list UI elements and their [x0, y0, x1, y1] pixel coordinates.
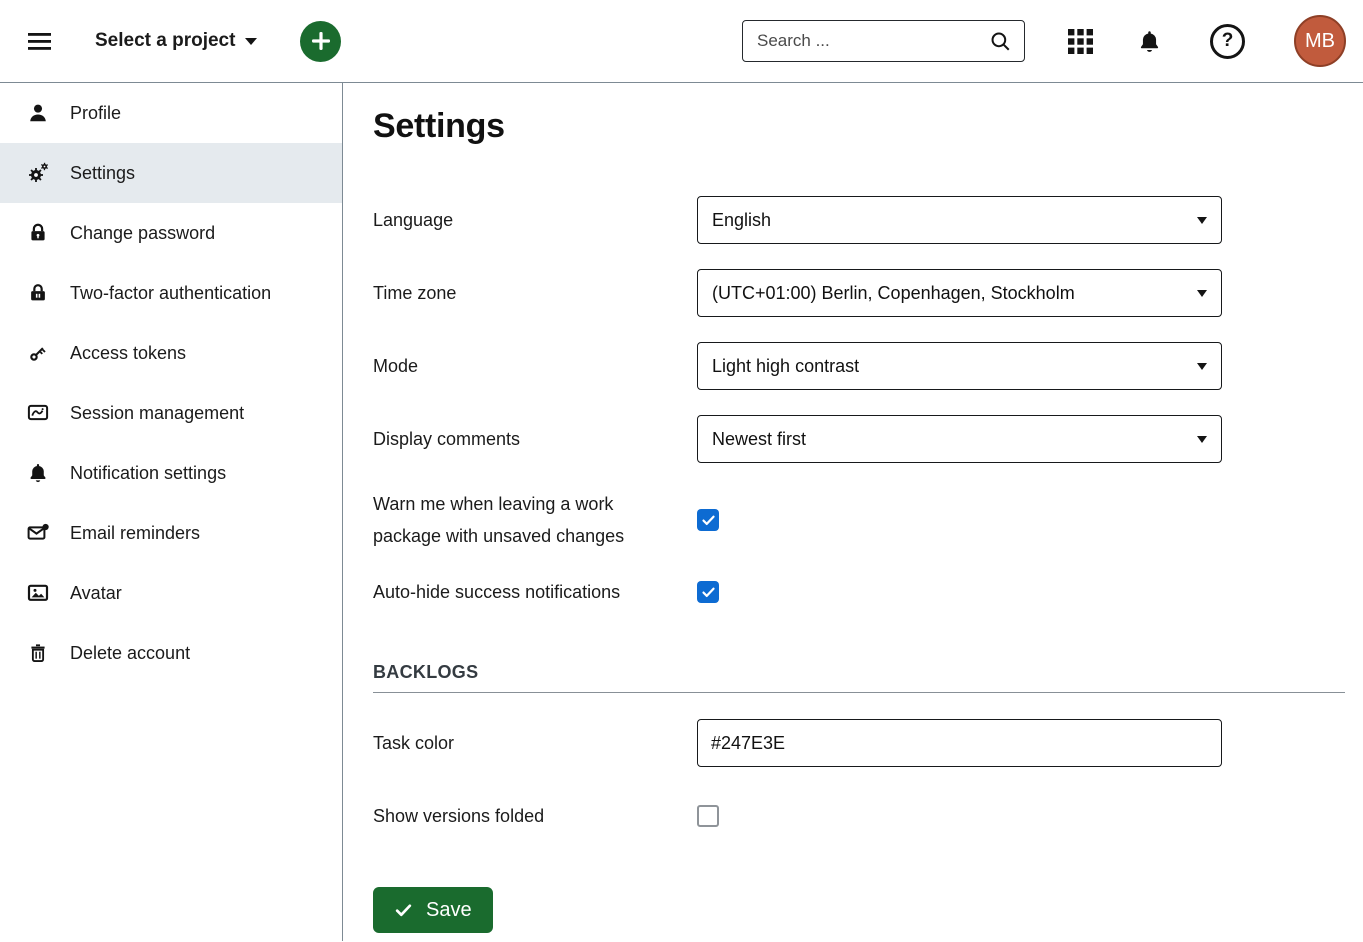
- sidebar-item-label: Profile: [70, 103, 121, 124]
- sidebar-item-change-password[interactable]: Change password: [0, 203, 342, 263]
- global-search[interactable]: [742, 20, 1025, 62]
- form-row-mode: Mode Light high contrast: [373, 342, 1345, 390]
- sidebar-item-avatar[interactable]: Avatar: [0, 563, 342, 623]
- check-icon: [394, 901, 413, 920]
- sidebar-item-label: Access tokens: [70, 343, 186, 364]
- global-add-button[interactable]: [300, 21, 341, 62]
- task-color-label: Task color: [373, 727, 697, 759]
- sidebar-item-notification-settings[interactable]: Notification settings: [0, 443, 342, 503]
- form-row-task-color: Task color: [373, 719, 1345, 767]
- lock-icon: [26, 221, 50, 245]
- sidebar-item-label: Email reminders: [70, 523, 200, 544]
- display-comments-label: Display comments: [373, 423, 697, 455]
- search-input[interactable]: [757, 31, 989, 51]
- form-row-show-versions-folded: Show versions folded: [373, 800, 1345, 832]
- language-label: Language: [373, 204, 697, 236]
- sidebar-item-two-factor-authentication[interactable]: Two-factor authentication: [0, 263, 342, 323]
- sidebar-nav: Profile Settings Change password Two-factor…: [0, 83, 343, 941]
- dropdown-caret-icon: [1197, 363, 1207, 370]
- settings-form: Language English Time zone (UTC+01:00) B…: [373, 196, 1345, 933]
- form-row-language: Language English: [373, 196, 1345, 244]
- user-avatar[interactable]: MB: [1294, 15, 1346, 67]
- sidebar-item-label: Delete account: [70, 643, 190, 664]
- bell-icon: [26, 461, 50, 485]
- lock-2fa-icon: [26, 281, 50, 305]
- form-row-time-zone: Time zone (UTC+01:00) Berlin, Copenhagen…: [373, 269, 1345, 317]
- form-row-warn-unsaved: Warn me when leaving a work package with…: [373, 488, 1345, 552]
- email-badge-icon: [26, 521, 50, 545]
- sidebar-item-label: Change password: [70, 223, 215, 244]
- time-zone-select[interactable]: (UTC+01:00) Berlin, Copenhagen, Stockhol…: [697, 269, 1222, 317]
- show-versions-folded-checkbox[interactable]: [697, 805, 719, 827]
- app-grid-icon[interactable]: [1067, 28, 1094, 55]
- section-divider: [373, 692, 1345, 693]
- sidebar-item-label: Session management: [70, 403, 244, 424]
- sidebar-item-access-tokens[interactable]: Access tokens: [0, 323, 342, 383]
- top-bar: Select a project ? MB: [0, 0, 1363, 83]
- display-comments-select[interactable]: Newest first: [697, 415, 1222, 463]
- save-button[interactable]: Save: [373, 887, 493, 933]
- sidebar-item-delete-account[interactable]: Delete account: [0, 623, 342, 683]
- sidebar-item-label: Two-factor authentication: [70, 283, 271, 304]
- notifications-bell-icon[interactable]: [1137, 29, 1162, 54]
- sidebar-item-settings[interactable]: Settings: [0, 143, 342, 203]
- form-row-display-comments: Display comments Newest first: [373, 415, 1345, 463]
- trash-icon: [26, 641, 50, 665]
- help-icon[interactable]: ?: [1210, 24, 1245, 59]
- language-select-value: English: [712, 210, 771, 231]
- user-icon: [26, 101, 50, 125]
- autohide-success-checkbox[interactable]: [697, 581, 719, 603]
- warn-unsaved-checkbox[interactable]: [697, 509, 719, 531]
- sidebar-item-label: Avatar: [70, 583, 122, 604]
- search-icon[interactable]: [989, 30, 1012, 53]
- image-icon: [26, 581, 50, 605]
- mode-label: Mode: [373, 350, 697, 382]
- autohide-success-label: Auto-hide success notifications: [373, 576, 697, 608]
- time-zone-label: Time zone: [373, 277, 697, 309]
- sidebar-item-label: Notification settings: [70, 463, 226, 484]
- hamburger-menu-icon[interactable]: [28, 33, 51, 50]
- page-title: Settings: [373, 107, 1345, 146]
- language-select[interactable]: English: [697, 196, 1222, 244]
- time-zone-select-value: (UTC+01:00) Berlin, Copenhagen, Stockhol…: [712, 283, 1075, 304]
- dropdown-caret-icon: [1197, 290, 1207, 297]
- key-icon: [26, 341, 50, 365]
- sidebar-item-profile[interactable]: Profile: [0, 83, 342, 143]
- mode-select[interactable]: Light high contrast: [697, 342, 1222, 390]
- dropdown-caret-icon: [1197, 436, 1207, 443]
- plus-icon: [310, 30, 332, 52]
- main-content: Settings Language English Time zone (UTC…: [343, 83, 1363, 941]
- display-comments-select-value: Newest first: [712, 429, 806, 450]
- backlogs-section-heading: BACKLOGS: [373, 662, 1345, 683]
- project-selector-label: Select a project: [95, 30, 235, 52]
- sidebar-item-label: Settings: [70, 163, 135, 184]
- dropdown-caret-icon: [1197, 217, 1207, 224]
- mode-select-value: Light high contrast: [712, 356, 859, 377]
- save-button-label: Save: [426, 899, 472, 922]
- warn-unsaved-label: Warn me when leaving a work package with…: [373, 488, 697, 552]
- gears-icon: [26, 161, 50, 185]
- sidebar-item-session-management[interactable]: Session management: [0, 383, 342, 443]
- project-selector[interactable]: Select a project: [95, 30, 257, 52]
- sidebar-item-email-reminders[interactable]: Email reminders: [0, 503, 342, 563]
- session-icon: [26, 401, 50, 425]
- task-color-input[interactable]: [697, 719, 1222, 767]
- chevron-down-icon: [245, 38, 257, 45]
- form-row-autohide-success: Auto-hide success notifications: [373, 576, 1345, 608]
- show-versions-folded-label: Show versions folded: [373, 800, 697, 832]
